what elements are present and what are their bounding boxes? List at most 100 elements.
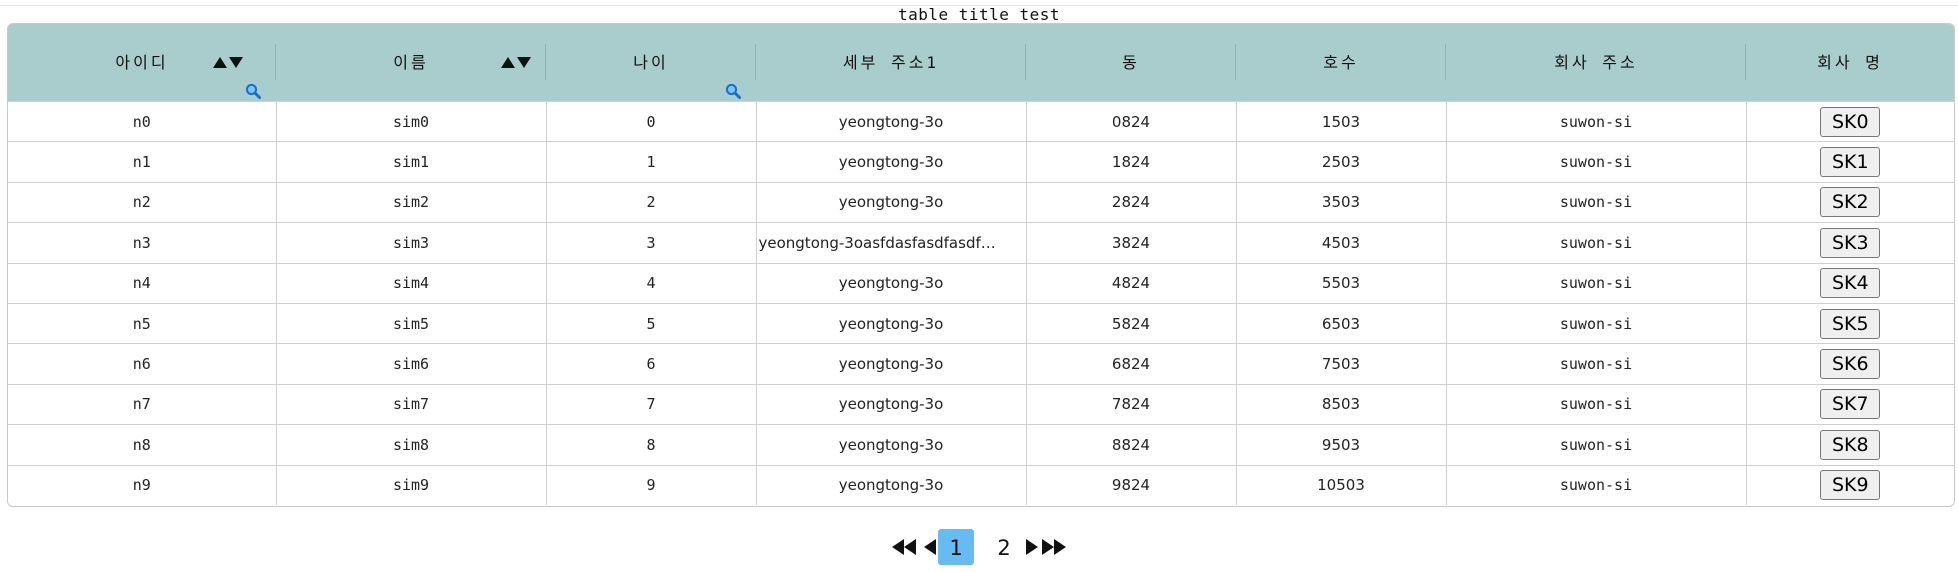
cell-name: sim9: [276, 464, 547, 506]
last-page-icon[interactable]: [1042, 529, 1066, 565]
column-header-label: 아이디: [115, 53, 169, 72]
company-button[interactable]: SK4: [1820, 268, 1881, 299]
table-row: n9 sim9 9 yeongtong-3o 9824 10503 suwon-…: [8, 464, 1954, 506]
table-row: n7 sim7 7 yeongtong-3o 7824 8503 suwon-s…: [8, 383, 1954, 425]
sort-desc-icon[interactable]: [517, 24, 531, 101]
table-row: n3 sim3 3 yeongtong-3oasfdasfasdfasdf… 3…: [8, 222, 1954, 264]
cell-id: n8: [8, 424, 277, 466]
first-page-icon[interactable]: [892, 529, 916, 565]
cell-dong: 3824: [1026, 222, 1237, 264]
cell-ho: 8503: [1236, 383, 1447, 425]
cell-dong: 5824: [1026, 302, 1237, 344]
next-page-icon[interactable]: [1026, 529, 1038, 565]
cell-id: n5: [8, 302, 277, 344]
cell-dong: 1824: [1026, 141, 1237, 183]
page-button-1[interactable]: 1: [938, 529, 974, 565]
data-table: 아이디 이름 나이 세부 주소1 동 호수 회사 주소 회사 명 n0 sim0…: [8, 24, 1954, 506]
cell-company-name: SK6: [1746, 343, 1954, 385]
cell-age: 1: [546, 141, 757, 183]
table-title: table title test: [897, 5, 1061, 24]
cell-address: yeongtong-3o: [756, 100, 1027, 142]
cell-id: n4: [8, 262, 277, 304]
cell-company-name: SK5: [1746, 302, 1954, 344]
cell-ho: 10503: [1236, 464, 1447, 506]
column-header-ho: 호수: [1236, 24, 1446, 102]
cell-company-address: suwon-si: [1446, 100, 1747, 142]
company-button[interactable]: SK1: [1820, 147, 1881, 178]
column-header-company-address: 회사 주소: [1446, 24, 1746, 102]
cell-id: n2: [8, 181, 277, 223]
column-header-id: 아이디: [8, 24, 276, 102]
company-button[interactable]: SK6: [1820, 349, 1881, 380]
company-button[interactable]: SK7: [1820, 389, 1881, 420]
cell-age: 2: [546, 181, 757, 223]
cell-id: n0: [8, 100, 277, 142]
column-header-name: 이름: [276, 24, 546, 102]
company-button[interactable]: SK9: [1820, 470, 1881, 501]
data-table-container: 아이디 이름 나이 세부 주소1 동 호수 회사 주소 회사 명 n0 sim0…: [7, 23, 1955, 507]
cell-company-address: suwon-si: [1446, 262, 1747, 304]
cell-dong: 2824: [1026, 181, 1237, 223]
table-header-row: 아이디 이름 나이 세부 주소1 동 호수 회사 주소 회사 명: [8, 24, 1954, 102]
cell-id: n1: [8, 141, 277, 183]
column-header-address: 세부 주소1: [756, 24, 1026, 102]
cell-ho: 2503: [1236, 141, 1447, 183]
cell-name: sim7: [276, 383, 547, 425]
cell-name: sim4: [276, 262, 547, 304]
cell-address: yeongtong-3o: [756, 181, 1027, 223]
cell-id: n3: [8, 222, 277, 264]
cell-address: yeongtong-3o: [756, 464, 1027, 506]
cell-age: 0: [546, 100, 757, 142]
cell-age: 9: [546, 464, 757, 506]
cell-company-name: SK4: [1746, 262, 1954, 304]
company-button[interactable]: SK2: [1820, 187, 1881, 218]
company-button[interactable]: SK0: [1820, 106, 1881, 137]
page-button-2[interactable]: 2: [986, 529, 1022, 565]
cell-address: yeongtong-3o: [756, 262, 1027, 304]
table-row: n5 sim5 5 yeongtong-3o 5824 6503 suwon-s…: [8, 302, 1954, 344]
cell-address: yeongtong-3oasfdasfasdfasdf…: [756, 222, 1027, 264]
cell-name: sim6: [276, 343, 547, 385]
cell-address: yeongtong-3o: [756, 383, 1027, 425]
cell-ho: 5503: [1236, 262, 1447, 304]
column-header-label: 나이: [633, 53, 669, 72]
cell-age: 4: [546, 262, 757, 304]
cell-dong: 9824: [1026, 464, 1237, 506]
column-header-label: 동: [1122, 53, 1140, 72]
cell-dong: 7824: [1026, 383, 1237, 425]
cell-dong: 6824: [1026, 343, 1237, 385]
cell-ho: 3503: [1236, 181, 1447, 223]
table-row: n8 sim8 8 yeongtong-3o 8824 9503 suwon-s…: [8, 424, 1954, 466]
table-row: n2 sim2 2 yeongtong-3o 2824 3503 suwon-s…: [8, 181, 1954, 223]
cell-age: 3: [546, 222, 757, 264]
cell-address: yeongtong-3o: [756, 343, 1027, 385]
cell-company-name: SK7: [1746, 383, 1954, 425]
company-button[interactable]: SK3: [1820, 227, 1881, 258]
search-icon[interactable]: [725, 55, 741, 99]
company-button[interactable]: SK5: [1820, 308, 1881, 339]
cell-dong: 0824: [1026, 100, 1237, 142]
sort-desc-icon[interactable]: [229, 24, 243, 101]
cell-id: n7: [8, 383, 277, 425]
search-icon[interactable]: [245, 55, 261, 99]
cell-ho: 9503: [1236, 424, 1447, 466]
cell-name: sim2: [276, 181, 547, 223]
prev-page-icon[interactable]: [924, 529, 936, 565]
cell-ho: 1503: [1236, 100, 1447, 142]
cell-name: sim3: [276, 222, 547, 264]
column-header-label: 호수: [1323, 53, 1359, 72]
cell-ho: 6503: [1236, 302, 1447, 344]
cell-company-address: suwon-si: [1446, 383, 1747, 425]
company-button[interactable]: SK8: [1820, 429, 1881, 460]
sort-asc-icon[interactable]: [501, 24, 515, 101]
cell-dong: 4824: [1026, 262, 1237, 304]
column-header-label: 세부 주소1: [842, 53, 940, 72]
column-header-dong: 동: [1026, 24, 1236, 102]
table-row: n1 sim1 1 yeongtong-3o 1824 2503 suwon-s…: [8, 141, 1954, 183]
sort-asc-icon[interactable]: [213, 24, 227, 101]
cell-company-address: suwon-si: [1446, 464, 1747, 506]
cell-address: yeongtong-3o: [756, 302, 1027, 344]
column-header-company-name: 회사 명: [1746, 24, 1954, 102]
cell-company-name: SK8: [1746, 424, 1954, 466]
cell-company-name: SK3: [1746, 222, 1954, 264]
